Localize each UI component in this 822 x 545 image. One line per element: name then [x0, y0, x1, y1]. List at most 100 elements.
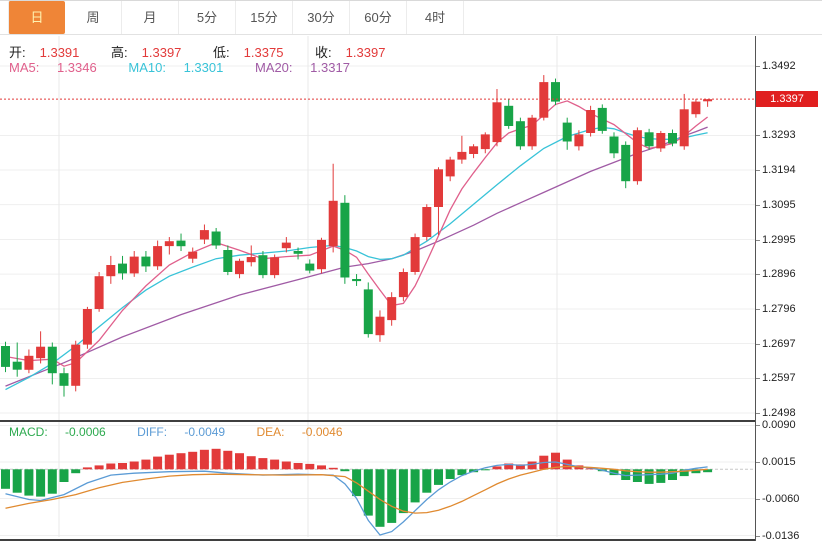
candle: [422, 207, 431, 237]
axis-tick-mark: [755, 240, 760, 241]
candle: [235, 261, 244, 274]
candle: [258, 255, 267, 275]
macd-bar: [329, 468, 338, 470]
macd-chart[interactable]: [0, 422, 755, 537]
axis-tick-mark: [755, 536, 760, 537]
candle: [399, 272, 408, 297]
macd-bar: [668, 469, 677, 480]
macd-bar: [422, 469, 431, 492]
macd-bar: [294, 463, 303, 469]
candle: [282, 243, 291, 249]
tab-4hour[interactable]: 4时: [407, 1, 464, 34]
candle: [130, 257, 139, 274]
macd-bar: [212, 449, 221, 470]
candle: [48, 347, 57, 374]
macd-bar: [258, 458, 267, 469]
axis-label: 0.0015: [762, 455, 796, 469]
macd-bar: [24, 469, 33, 495]
candle: [1, 346, 10, 367]
macd-bar: [141, 460, 150, 470]
candle: [13, 362, 22, 370]
candle: [329, 201, 338, 246]
macd-bar: [656, 469, 665, 483]
macd-bar: [282, 462, 291, 470]
macd-bar: [71, 469, 80, 473]
macd-bar: [48, 469, 57, 493]
candle: [563, 123, 572, 142]
macd-bar: [177, 453, 186, 469]
axis-tick-mark: [755, 378, 760, 379]
axis-tick-mark: [755, 499, 760, 500]
macd-bar: [446, 469, 455, 479]
macd-bar: [481, 469, 490, 470]
candle: [598, 108, 607, 131]
axis-tick-mark: [755, 309, 760, 310]
candle: [165, 241, 174, 246]
axis-label: 0.0090: [762, 418, 796, 432]
axis-tick-mark: [755, 205, 760, 206]
candle: [434, 169, 443, 207]
axis-label: 1.3293: [762, 128, 796, 142]
candle: [469, 146, 478, 154]
axis-tick-mark: [755, 462, 760, 463]
candle: [212, 232, 221, 246]
axis-tick-mark: [755, 425, 760, 426]
macd-bar: [364, 469, 373, 515]
candle: [516, 121, 525, 146]
tab-week[interactable]: 周: [65, 1, 122, 34]
kline-chart-app: 日周月5分15分30分60分4时 开:1.3391 高:1.3397 低:1.3…: [0, 0, 822, 545]
candle: [668, 133, 677, 144]
candle: [457, 152, 466, 160]
candle: [294, 251, 303, 254]
axis-label: 1.2697: [762, 337, 796, 351]
macd-bar: [36, 469, 45, 496]
axis-tick-mark: [755, 135, 760, 136]
candle: [270, 257, 279, 275]
axis-label: 1.2995: [762, 233, 796, 247]
candle: [364, 289, 373, 334]
macd-bar: [387, 469, 396, 523]
price-axis: 1.3397 1.34921.32931.31941.30951.29951.2…: [755, 36, 822, 541]
macd-bar: [317, 465, 326, 469]
axis-label: 1.3095: [762, 198, 796, 212]
macd-bar: [200, 450, 209, 470]
axis-tick-mark: [755, 274, 760, 275]
candle: [656, 133, 665, 148]
candle: [481, 134, 490, 149]
candlestick-panel[interactable]: [0, 36, 755, 420]
macd-bar: [399, 469, 408, 513]
tab-5min[interactable]: 5分: [179, 1, 236, 34]
candle: [106, 265, 115, 276]
macd-bar: [247, 456, 256, 469]
candle: [118, 264, 127, 274]
axis-label: 1.2896: [762, 267, 796, 281]
macd-bar: [270, 460, 279, 470]
candle: [411, 237, 420, 272]
tab-day[interactable]: 日: [8, 1, 65, 34]
candle: [24, 356, 33, 370]
candle: [36, 347, 45, 359]
tab-month[interactable]: 月: [122, 1, 179, 34]
candle: [621, 145, 630, 181]
tab-15min[interactable]: 15分: [236, 1, 293, 34]
candle: [247, 257, 256, 262]
candle: [305, 264, 314, 271]
axis-label: -0.0136: [762, 529, 799, 541]
candle: [586, 110, 595, 133]
tab-60min[interactable]: 60分: [350, 1, 407, 34]
macd-bar: [153, 457, 162, 470]
macd-bar: [411, 469, 420, 502]
candle: [645, 132, 654, 146]
candle: [71, 345, 80, 386]
macd-bar: [528, 462, 537, 470]
candle: [387, 297, 396, 320]
candle: [633, 130, 642, 181]
macd-bar: [493, 466, 502, 469]
macd-bar: [188, 452, 197, 470]
candlestick-chart[interactable]: [0, 36, 755, 420]
macd-bar: [13, 469, 22, 492]
tab-30min[interactable]: 30分: [293, 1, 350, 34]
candle: [539, 82, 548, 118]
candle: [528, 118, 537, 147]
macd-panel[interactable]: [0, 420, 755, 541]
